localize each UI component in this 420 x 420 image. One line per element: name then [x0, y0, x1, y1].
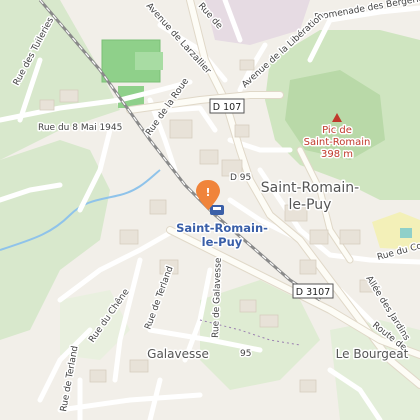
peak-name-line-2: Saint-Romain: [304, 137, 371, 148]
place-name-line-2: le-Puy: [289, 197, 332, 213]
station-icon[interactable]: [210, 205, 224, 215]
svg-text:D 3107: D 3107: [296, 287, 331, 298]
svg-text:!: !: [205, 186, 210, 199]
road-shield-d3107: D 3107: [292, 283, 334, 299]
route-label-95: 95: [240, 349, 251, 359]
map-canvas[interactable]: ! D 107 D 3107 D 95 95 Rue des Tuileries…: [0, 0, 420, 420]
pool: [400, 228, 412, 238]
station-name-line-1: Saint-Romain-: [176, 221, 268, 235]
route-label-d95: D 95: [230, 173, 251, 183]
sports-pitch-small: [135, 52, 163, 70]
place-label-galavesse: Galavesse: [147, 347, 209, 361]
road-shield-d107: D 107: [209, 98, 245, 114]
peak-name-line-1: Pic de: [322, 125, 352, 136]
place-label-bourgeat: Le Bourgeat: [336, 347, 409, 361]
street-label-8-mai: Rue du 8 Mai 1945: [38, 123, 122, 133]
peak-elevation: 398 m: [321, 149, 353, 160]
place-name-line-1: Saint-Romain-: [261, 180, 359, 196]
station-name-line-2: le-Puy: [202, 235, 243, 249]
map-layer: ! D 107 D 3107 D 95 95 Rue des Tuileries…: [0, 0, 420, 420]
svg-text:D 107: D 107: [213, 102, 241, 113]
